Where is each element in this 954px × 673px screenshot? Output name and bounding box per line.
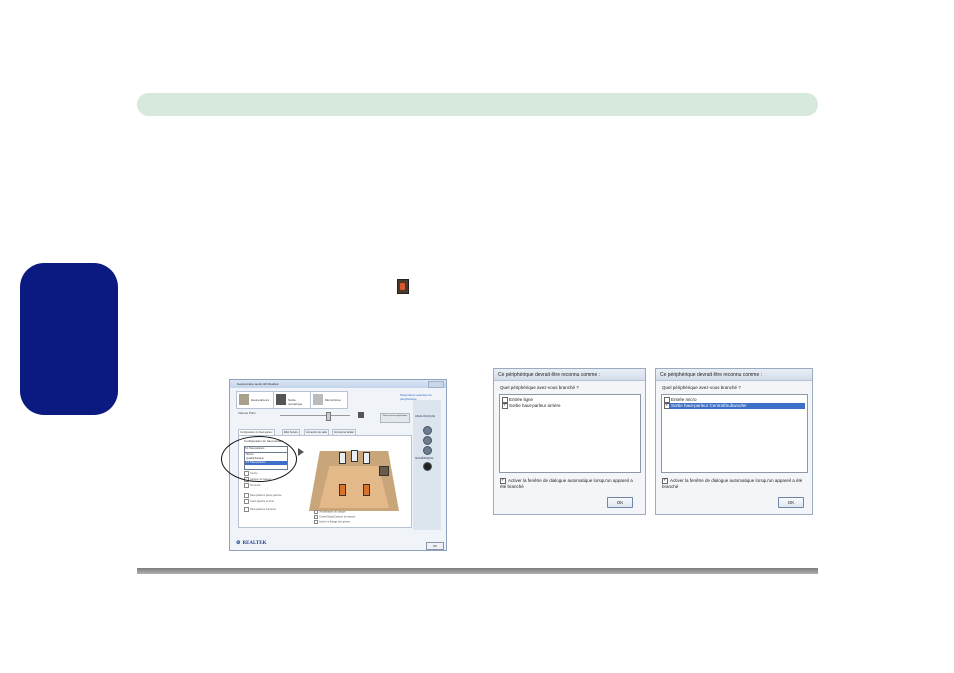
list-item[interactable]: Sortie haut-parleur arrière (502, 402, 638, 409)
option-surround[interactable]: Surround (244, 483, 260, 488)
auto-dialog-option[interactable]: Activer la fenêtre de dialogue automatiq… (500, 477, 640, 490)
ok-button[interactable]: OK (426, 542, 444, 550)
front-left-speaker-icon[interactable] (339, 452, 346, 464)
subwoofer-icon[interactable] (379, 466, 389, 476)
device-detect-dialog-left: Ce périphérique devrait être reconnu com… (493, 368, 646, 515)
play-test-icon[interactable] (298, 448, 304, 456)
rear-left-speaker-icon[interactable] (339, 484, 346, 496)
bass-management-check[interactable]: Activer le filtrage des graves (314, 520, 350, 524)
checkbox-checked[interactable] (502, 402, 508, 409)
realtek-crab-icon: ⚙ (236, 541, 241, 546)
jack-panel: ANALOGIQUE NUMÉRIQUE (413, 400, 441, 530)
set-default-device-button[interactable]: Définir comme périphérique (380, 413, 410, 423)
microphone-icon (313, 394, 323, 405)
volume-slider-knob[interactable] (326, 412, 331, 421)
dialog-title: Ce périphérique devrait être reconnu com… (498, 372, 600, 378)
center-swap-check[interactable]: Centre/Swap/Caisson de basses (314, 515, 355, 519)
volume-label: Volume Princ. (238, 411, 257, 415)
language-side-tab (20, 263, 118, 415)
digital-jack-icon[interactable] (423, 462, 432, 471)
checkbox-checked[interactable] (664, 402, 670, 409)
speaker-icon (397, 279, 409, 294)
headphone-virtualization-check[interactable]: Virtualisation du casque (314, 510, 346, 514)
device-detect-dialog-right: Ce périphérique devrait être reconnu com… (655, 368, 813, 515)
digital-output-icon (276, 394, 286, 405)
auto-dialog-option[interactable]: Activer la fenêtre de dialogue automatiq… (662, 477, 807, 490)
tab-speakers[interactable]: Haut-parleurs (236, 391, 274, 409)
realtek-logo: ⚙ REALTEK (236, 541, 267, 546)
tab-microphone[interactable]: Microphone (310, 391, 348, 409)
device-list: Entrée micro Sortie haut-parleur Central… (661, 394, 808, 473)
option-surround-speakers[interactable]: Haut-parleurs surround (244, 507, 276, 512)
speaker-device-icon (239, 394, 249, 405)
tab-digital-output[interactable]: Sortie numérique (273, 391, 311, 409)
jack-icon[interactable] (423, 426, 432, 435)
chapter-header-bar (137, 93, 818, 116)
list-item-selected[interactable]: Sortie haut-parleur Central/Subwoofer (664, 402, 805, 409)
jack-icon[interactable] (423, 446, 432, 455)
window-controls[interactable] (428, 381, 444, 388)
dialog-question: Quel périphérique avez-vous branché ? (500, 385, 579, 390)
dialog-title: Ce périphérique devrait être reconnu com… (660, 372, 762, 378)
checkbox-checked[interactable] (662, 477, 668, 484)
dialog-titlebar: Ce périphérique devrait être reconnu com… (656, 369, 812, 381)
window-titlebar: Gestionnaire audio HD Realtek (230, 380, 446, 388)
footer-rule (137, 568, 818, 574)
dialog-question: Quel périphérique avez-vous branché ? (662, 385, 741, 390)
ok-button[interactable]: OK (607, 497, 633, 508)
full-range-label: Haut-parleurs pleine gamme (244, 493, 282, 498)
option-front-lr[interactable]: Avant gauche et droit (244, 499, 274, 504)
center-speaker-icon[interactable] (351, 450, 358, 462)
rear-right-speaker-icon[interactable] (363, 484, 370, 496)
volume-slider-track[interactable] (280, 415, 350, 416)
jack-icon[interactable] (423, 436, 432, 445)
dialog-titlebar: Ce périphérique devrait être reconnu com… (494, 369, 645, 381)
analog-label: ANALOGIQUE (415, 414, 435, 418)
front-right-speaker-icon[interactable] (363, 452, 370, 464)
ok-button[interactable]: OK (778, 497, 804, 508)
digital-label: NUMÉRIQUE (415, 456, 434, 460)
device-list: Entrée ligne Sortie haut-parleur arrière (499, 394, 641, 473)
mute-icon[interactable] (358, 412, 364, 418)
device-tabs: Haut-parleurs Sortie numérique Microphon… (236, 391, 348, 409)
checkbox-checked[interactable] (500, 477, 506, 484)
highlight-circle (221, 436, 297, 482)
window-title: Gestionnaire audio HD Realtek (237, 382, 279, 386)
